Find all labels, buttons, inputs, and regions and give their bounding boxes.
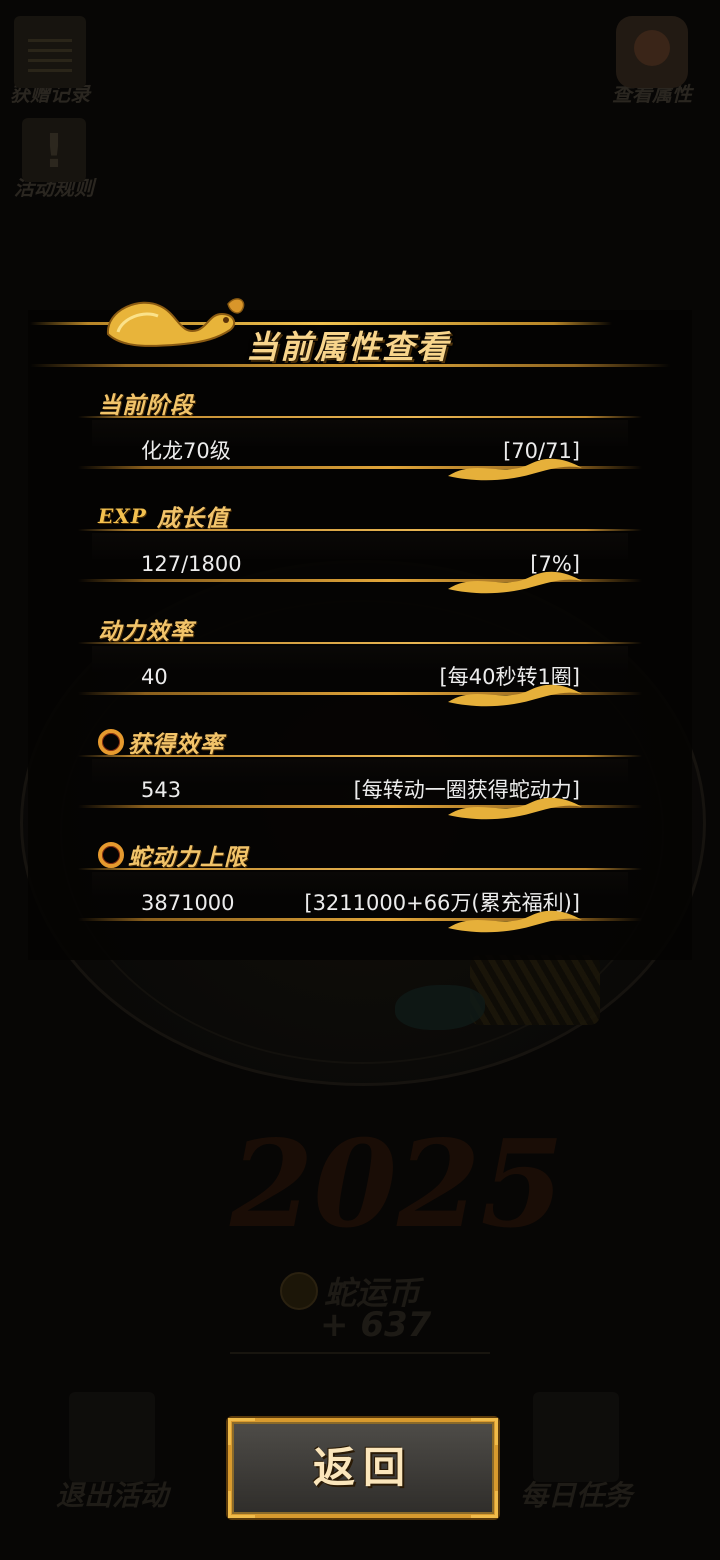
coin-icon (280, 1272, 318, 1310)
activity-rules-button[interactable]: ! 活动规则 (14, 118, 94, 201)
golden-snake-emblem (106, 298, 245, 347)
task-scroll-icon (533, 1392, 619, 1482)
stage-label: 当前阶段 (98, 386, 194, 420)
gain-efficiency-label: 获得效率 (98, 725, 224, 759)
growth-label: EXP 成长值 (98, 499, 229, 533)
power-efficiency-value: 40 (141, 665, 168, 689)
growth-value: 127/1800 (141, 552, 242, 576)
ring-icon (98, 842, 124, 868)
gain-efficiency-value-bar: 543 [每转动一圈获得蛇动力] (92, 759, 628, 802)
panel-title: 当前属性查看 (246, 328, 451, 366)
growth-top-line (78, 529, 642, 531)
power-limit-value: 3871000 (141, 891, 235, 915)
growth-label-text: 成长值 (156, 506, 229, 532)
power-limit-section: 蛇动力上限 3871000 [3211000+66万(累充福利)] (78, 838, 642, 950)
avatar-icon (616, 16, 688, 88)
gain-efficiency-top-line (78, 755, 642, 757)
golden-wave-ornament (448, 797, 582, 820)
coin-amount: + 637 (320, 1305, 432, 1345)
back-button[interactable]: 返回 (228, 1418, 498, 1518)
power-efficiency-value-bar: 40 [每40秒转1圈] (92, 646, 628, 689)
power-limit-top-line (78, 868, 642, 870)
gain-efficiency-label-text: 获得效率 (128, 732, 224, 758)
power-efficiency-label: 动力效率 (98, 612, 194, 646)
exp-icon: EXP (98, 504, 147, 528)
power-limit-label-text: 蛇动力上限 (128, 845, 248, 871)
golden-wave-ornament (448, 684, 582, 707)
exit-activity-button[interactable]: 退出活动 (56, 1392, 168, 1514)
power-efficiency-section: 动力效率 40 [每40秒转1圈] (78, 612, 642, 724)
stage-section: 当前阶段 化龙70级 [70/71] (78, 386, 642, 498)
daily-task-button[interactable]: 每日任务 (520, 1392, 632, 1514)
back-button-label: 返回 (312, 1443, 413, 1492)
gain-efficiency-value: 543 (141, 778, 182, 802)
corner-ornament (228, 1491, 255, 1518)
view-attributes-button[interactable]: 查看属性 (612, 16, 692, 107)
growth-value-bar: 127/1800 [7%] (92, 533, 628, 576)
gain-efficiency-section: 获得效率 543 [每转动一圈获得蛇动力] (78, 725, 642, 837)
exit-door-icon (69, 1392, 155, 1482)
power-efficiency-label-text: 动力效率 (98, 619, 194, 645)
background-divider (230, 1352, 490, 1354)
power-limit-value-bar: 3871000 [3211000+66万(累充福利)] (92, 872, 628, 915)
stage-value-bar: 化龙70级 [70/71] (92, 420, 628, 463)
ring-icon (98, 729, 124, 755)
stage-top-line (78, 416, 642, 418)
gift-record-button[interactable]: 获赠记录 (10, 16, 90, 107)
background-dragon-figure (395, 985, 485, 1030)
background-logo: 2025 (230, 1114, 564, 1255)
power-efficiency-top-line (78, 642, 642, 644)
gift-record-icon (14, 16, 86, 88)
exit-activity-label: 退出活动 (56, 1479, 169, 1512)
stage-label-text: 当前阶段 (98, 393, 194, 419)
stage-value: 化龙70级 (141, 439, 231, 463)
background-snake-scales (470, 955, 600, 1025)
corner-ornament (471, 1418, 498, 1445)
golden-wave-ornament (448, 458, 582, 481)
daily-task-label: 每日任务 (520, 1479, 633, 1512)
exclamation-icon: ! (22, 118, 86, 182)
golden-wave-ornament (448, 571, 582, 594)
growth-section: EXP 成长值 127/1800 [7%] (78, 499, 642, 611)
corner-ornament (471, 1491, 498, 1518)
corner-ornament (228, 1418, 255, 1445)
power-limit-label: 蛇动力上限 (98, 838, 248, 872)
golden-wave-ornament (448, 910, 582, 933)
